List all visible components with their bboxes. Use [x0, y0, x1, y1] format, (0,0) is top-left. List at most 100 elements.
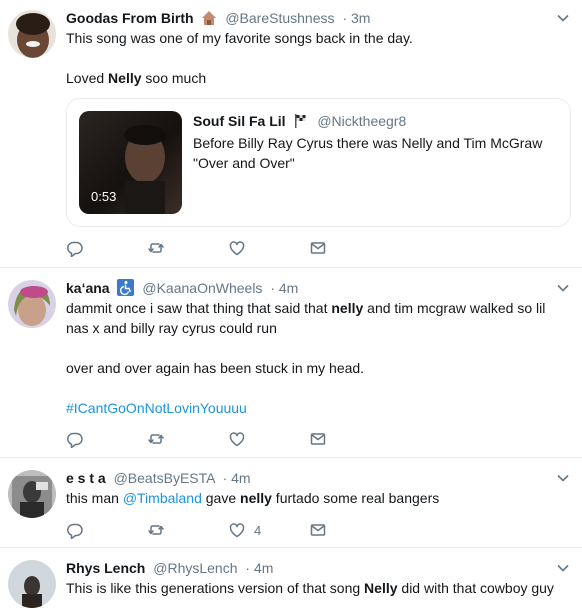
checkered-flag-emoji — [293, 113, 309, 134]
text-run: dammit once i saw that thing that said t… — [66, 300, 332, 316]
tweet-feed: Goodas From Birth @BareStushness · 3m Th… — [0, 0, 582, 608]
reply-icon — [67, 523, 83, 539]
text-run: This is like this generations version of… — [66, 580, 365, 596]
quoted-text-line: Before Billy Ray Cyrus there was Nelly a… — [193, 135, 543, 151]
tweet-text: This song was one of my favorite songs b… — [66, 28, 568, 88]
direct-message-button[interactable] — [309, 238, 390, 258]
text-run: Loved — [66, 70, 109, 86]
video-duration: 0:53 — [91, 189, 117, 204]
timestamp[interactable]: · 4m — [245, 560, 273, 576]
text-run: and tim mcgraw walked so lil — [363, 300, 546, 316]
retweet-button[interactable] — [147, 429, 228, 449]
text-link[interactable]: @Timbaland — [123, 490, 202, 506]
timestamp[interactable]: · 4m — [270, 280, 298, 296]
quoted-tweet[interactable]: 0:53 Souf Sil Fa Lil @Nicktheegr8 Before… — [66, 98, 571, 227]
avatar[interactable] — [8, 560, 56, 608]
reply-button[interactable] — [66, 429, 147, 449]
display-name[interactable]: e s t a — [66, 470, 106, 486]
retweet-icon — [148, 243, 164, 253]
display-name[interactable]: ka‘ana — [66, 280, 110, 296]
reply-icon — [67, 432, 83, 448]
user-handle[interactable]: @BareStushness — [225, 10, 334, 26]
avatar[interactable] — [8, 10, 56, 58]
display-name[interactable]: Rhys Lench — [66, 560, 145, 576]
retweet-button[interactable] — [147, 520, 228, 540]
tweet-text-line: over and over again has been stuck in my… — [66, 358, 568, 378]
quoted-tweet-text: Before Billy Ray Cyrus there was Nelly a… — [193, 133, 558, 173]
tweet-text-line: Loved Nelly soo much — [66, 68, 568, 88]
video-thumbnail[interactable]: 0:53 — [79, 111, 182, 214]
tweet-text-line: dammit once i saw that thing that said t… — [66, 298, 568, 318]
highlighted-keyword: Nelly — [108, 70, 142, 86]
tweet-header: Rhys Lench @RhysLench · 4m — [66, 558, 548, 578]
tweet-actions — [66, 238, 390, 258]
text-run: this man — [66, 490, 123, 506]
quoted-tweet-header: Souf Sil Fa Lil @Nicktheegr8 — [193, 111, 406, 131]
display-name[interactable]: Goodas From Birth — [66, 10, 194, 26]
caret-down-icon[interactable] — [556, 281, 570, 295]
text-run: over and over again has been stuck in my… — [66, 360, 365, 376]
highlighted-keyword: Nelly — [364, 580, 398, 596]
tweet[interactable]: Goodas From Birth @BareStushness · 3m Th… — [0, 0, 582, 268]
text-run: This song was one of my favorite songs b… — [66, 30, 413, 46]
timestamp[interactable]: · 3m — [342, 10, 370, 26]
retweet-icon — [148, 525, 164, 535]
tweet-text: this man @Timbaland gave nelly furtado s… — [66, 488, 568, 508]
like-button[interactable] — [228, 238, 309, 258]
tweet[interactable]: Rhys Lench @RhysLench · 4m This is like … — [0, 548, 582, 608]
tweet-text: dammit once i saw that thing that said t… — [66, 298, 568, 418]
direct-message-icon — [310, 242, 326, 254]
reply-icon — [67, 241, 83, 257]
tweet-actions — [66, 429, 390, 449]
direct-message-icon — [310, 433, 326, 445]
caret-down-icon[interactable] — [556, 561, 570, 575]
text-run: furtado some real bangers — [271, 490, 440, 506]
tweet-text: This is like this generations version of… — [66, 578, 582, 598]
timestamp[interactable]: · 4m — [223, 470, 251, 486]
tweet[interactable]: ka‘ana @KaanaOnWheels · 4m dammit once i… — [0, 268, 582, 458]
reply-button[interactable] — [66, 520, 147, 540]
like-count: 4 — [254, 522, 262, 538]
like-icon — [229, 523, 245, 538]
text-run: soo much — [141, 70, 207, 86]
tweet-header: ka‘ana @KaanaOnWheels · 4m — [66, 278, 548, 298]
tweet-header: Goodas From Birth @BareStushness · 3m — [66, 8, 548, 28]
direct-message-button[interactable] — [309, 429, 390, 449]
quoted-display-name: Souf Sil Fa Lil — [193, 113, 286, 129]
tweet-text-line: This is like this generations version of… — [66, 578, 582, 598]
user-handle[interactable]: @RhysLench — [153, 560, 237, 576]
like-button[interactable] — [228, 429, 309, 449]
like-button[interactable]: 4 — [228, 520, 309, 540]
highlighted-keyword: nelly — [331, 300, 364, 316]
text-link[interactable]: #ICantGoOnNotLovinYouuuu — [66, 400, 247, 416]
like-icon — [229, 432, 245, 447]
text-run: nas x and billy ray cyrus could run — [66, 320, 277, 336]
reply-button[interactable] — [66, 238, 147, 258]
caret-down-icon[interactable] — [556, 11, 570, 25]
avatar[interactable] — [8, 280, 56, 328]
tweet-text-line: nas x and billy ray cyrus could run — [66, 318, 568, 338]
tweet-text-line: #ICantGoOnNotLovinYouuuu — [66, 398, 568, 418]
direct-message-button[interactable] — [309, 520, 390, 540]
text-run: did with that cowboy guy — [397, 580, 554, 596]
retweet-button[interactable] — [147, 238, 228, 258]
text-run: gave — [201, 490, 241, 506]
retweet-icon — [148, 434, 164, 444]
tweet-actions: 4 — [66, 520, 390, 540]
quoted-user-handle: @Nicktheegr8 — [317, 113, 407, 129]
direct-message-icon — [310, 524, 326, 536]
like-icon — [229, 241, 245, 256]
tweet-header: e s t a @BeatsByESTA · 4m — [66, 468, 548, 488]
tweet-text-line: This song was one of my favorite songs b… — [66, 28, 568, 48]
tweet[interactable]: e s t a @BeatsByESTA · 4m this man @Timb… — [0, 458, 582, 548]
highlighted-keyword: nelly — [240, 490, 272, 506]
caret-down-icon[interactable] — [556, 471, 570, 485]
tweet-text-line: this man @Timbaland gave nelly furtado s… — [66, 488, 568, 508]
user-handle[interactable]: @KaanaOnWheels — [142, 280, 262, 296]
quoted-text-line: "Over and Over" — [193, 155, 295, 171]
avatar[interactable] — [8, 470, 56, 518]
user-handle[interactable]: @BeatsByESTA — [114, 470, 215, 486]
